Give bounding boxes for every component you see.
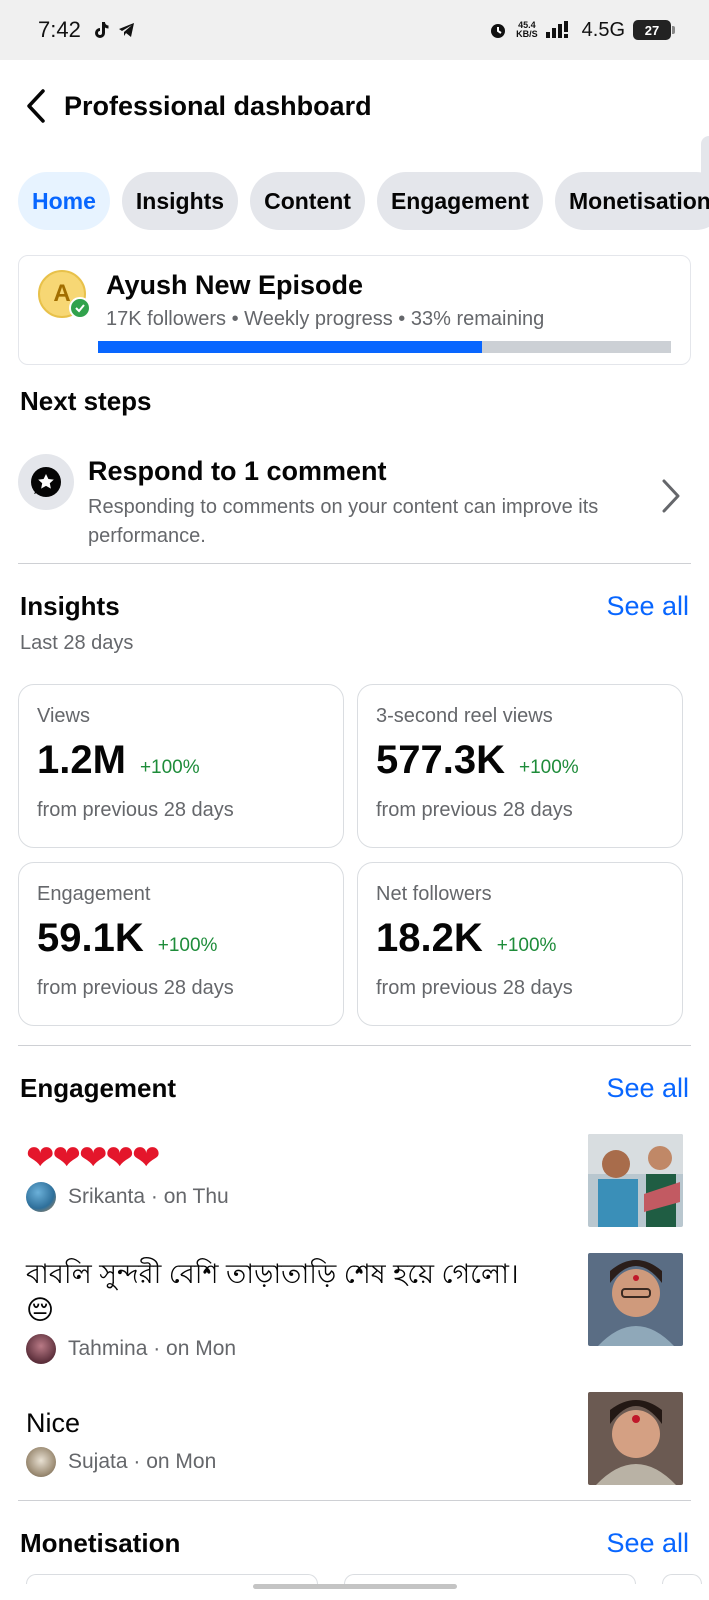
profile-meta: 17K followers • Weekly progress • 33% re… — [106, 308, 545, 330]
tab-home[interactable]: Home — [18, 172, 110, 230]
metric-card-net-followers[interactable]: Net followers 18.2K +100% from previous … — [357, 862, 683, 1026]
insights-period: Last 28 days — [20, 632, 134, 654]
divider — [18, 1045, 691, 1046]
insights-see-all-link[interactable]: See all — [606, 591, 689, 622]
step-description: Responding to comments on your content c… — [88, 496, 599, 547]
profile-name: Ayush New Episode — [106, 270, 364, 300]
monetisation-card[interactable] — [662, 1574, 702, 1584]
tab-engagement[interactable]: Engagement — [376, 172, 543, 230]
tab-content[interactable]: Content — [250, 172, 365, 230]
metric-change: +100% — [139, 757, 200, 778]
alarm-icon — [491, 24, 506, 38]
metric-value: 18.2K — [376, 916, 483, 960]
page-header: Professional dashboard — [0, 60, 709, 152]
tab-insights[interactable]: Insights — [121, 172, 239, 230]
reel-thumbnail[interactable] — [588, 1253, 683, 1346]
status-bar: 7:42 45.4 KB/S 4.5G 27 — [0, 0, 709, 60]
telegram-icon — [118, 23, 134, 37]
monetisation-card[interactable] — [26, 1574, 318, 1584]
metric-value: 577.3K — [376, 738, 505, 782]
metric-change: +100% — [157, 935, 218, 956]
signal-icon — [545, 21, 568, 38]
profile-card[interactable]: A Ayush New Episode 17K followers • Week… — [18, 255, 691, 365]
next-steps-heading: Next steps — [20, 386, 152, 416]
page-title: Professional dashboard — [64, 90, 372, 121]
monetisation-see-all-link[interactable]: See all — [606, 1528, 689, 1559]
tab-monetisation[interactable]: Monetisation — [554, 172, 709, 230]
comment-meta: Tahmina · on Mon — [68, 1337, 237, 1360]
monetisation-card[interactable] — [344, 1574, 636, 1584]
weekly-progress-bar — [98, 341, 671, 353]
metric-change: +100% — [518, 757, 579, 778]
avatar — [26, 1182, 56, 1212]
reel-thumbnail[interactable] — [588, 1134, 683, 1227]
engagement-heading: Engagement — [20, 1073, 177, 1103]
metric-value: 1.2M — [37, 738, 126, 782]
battery-icon: 27 — [633, 20, 675, 40]
metric-value: 59.1K — [37, 916, 144, 960]
insights-heading: Insights — [20, 591, 120, 621]
back-button[interactable] — [18, 88, 54, 124]
metric-change: +100% — [496, 935, 557, 956]
monetisation-heading: Monetisation — [20, 1528, 181, 1558]
divider — [18, 563, 691, 564]
network-speed: 45.4 KB/S — [516, 20, 538, 39]
progress-fill — [98, 341, 482, 353]
metric-card-engagement[interactable]: Engagement 59.1K +100% from previous 28 … — [18, 862, 344, 1026]
comment-meta: Srikanta · on Thu — [68, 1185, 229, 1208]
home-indicator[interactable] — [253, 1584, 457, 1589]
metric-card-views[interactable]: Views 1.2M +100% from previous 28 days — [18, 684, 344, 848]
tiktok-icon — [94, 22, 109, 38]
status-time: 7:42 — [38, 17, 81, 42]
tab-bar: Home Insights Content Engagement Monetis… — [18, 172, 709, 230]
reel-thumbnail[interactable] — [588, 1392, 683, 1485]
verified-check-icon — [69, 297, 91, 319]
chevron-right-icon — [662, 479, 680, 513]
divider — [18, 1500, 691, 1501]
comment-meta: Sujata · on Mon — [68, 1450, 217, 1473]
back-arrow-icon — [27, 89, 45, 123]
comment-icon — [18, 454, 74, 510]
network-type: 4.5G — [581, 18, 625, 41]
avatar — [26, 1334, 56, 1364]
metric-card-reel-views[interactable]: 3-second reel views 577.3K +100% from pr… — [357, 684, 683, 848]
engagement-see-all-link[interactable]: See all — [606, 1073, 689, 1104]
next-step-item[interactable]: Respond to 1 comment Responding to comme… — [18, 448, 691, 548]
avatar — [26, 1447, 56, 1477]
step-title: Respond to 1 comment — [88, 456, 387, 486]
